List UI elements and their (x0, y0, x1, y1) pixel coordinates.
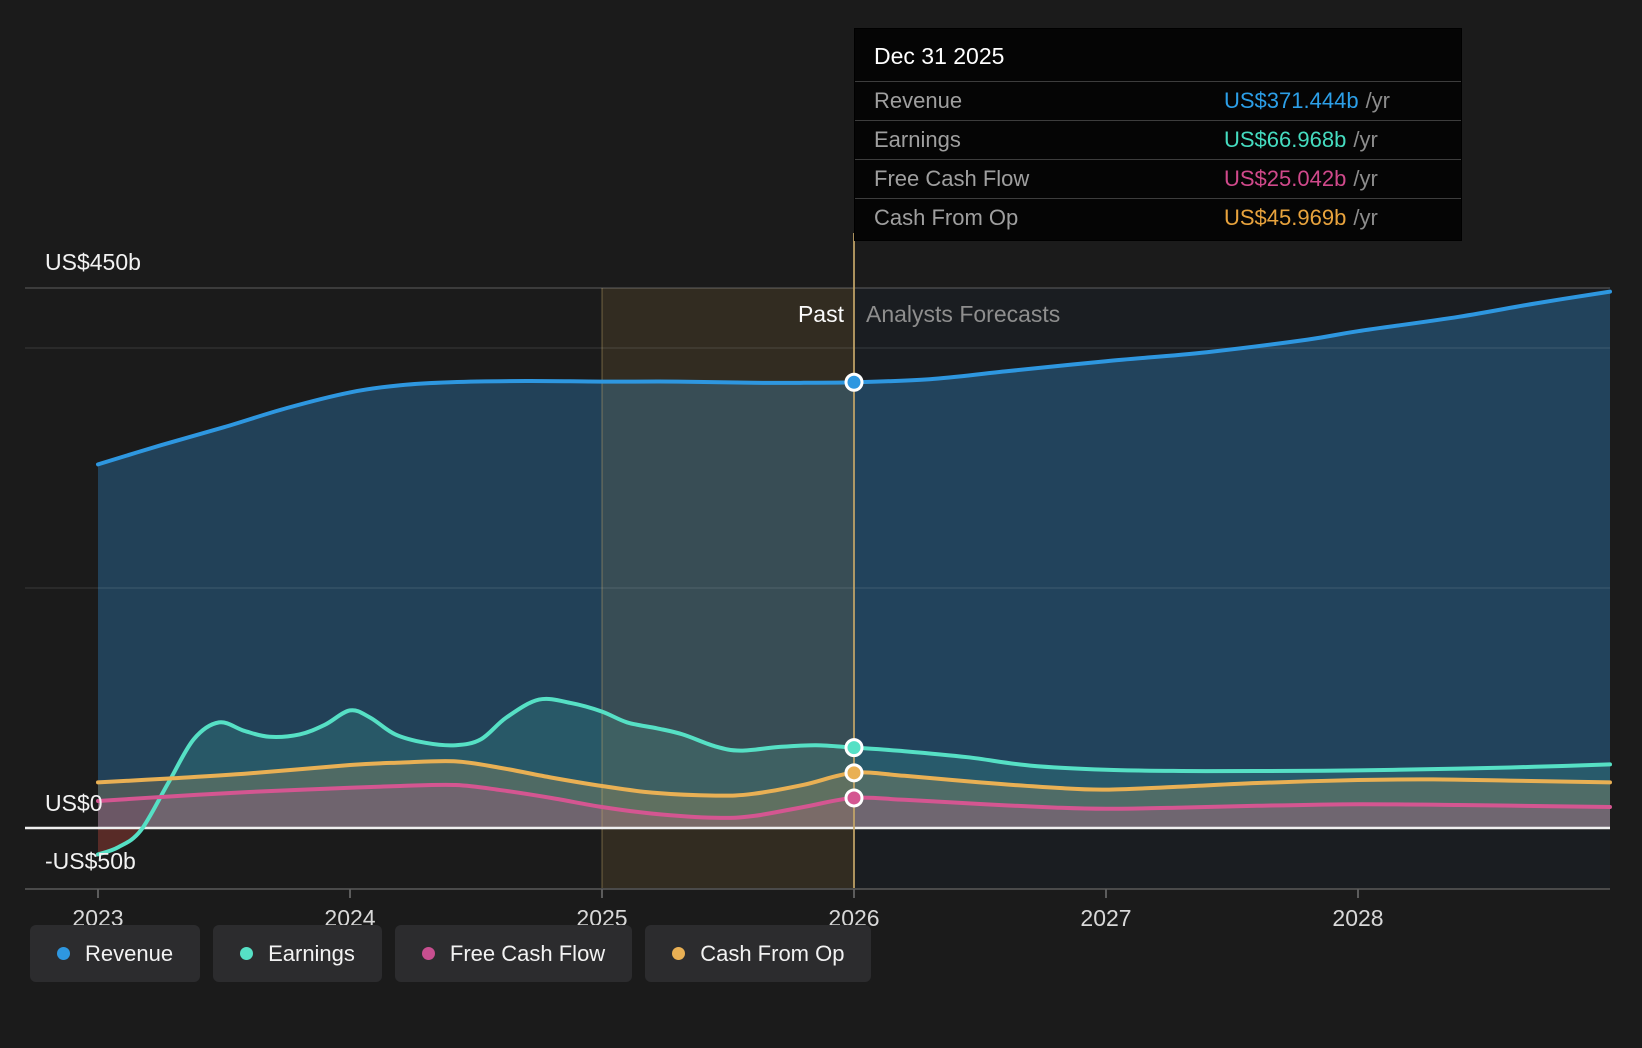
tooltip-label: Revenue (874, 88, 1224, 114)
tooltip-suffix: /yr (1366, 88, 1390, 114)
cash-from-op-dot-icon (672, 947, 685, 960)
revenue-dot-icon (57, 947, 70, 960)
tooltip-suffix: /yr (1353, 166, 1377, 192)
legend-label: Cash From Op (700, 941, 844, 967)
tooltip-value: US$371.444b (1224, 88, 1359, 114)
tooltip-value: US$25.042b (1224, 166, 1346, 192)
legend-label: Revenue (85, 941, 173, 967)
past-label: Past (798, 301, 844, 328)
legend-item-earnings[interactable]: Earnings (213, 925, 382, 982)
analysts-forecasts-label: Analysts Forecasts (866, 301, 1060, 328)
y-axis-label-450b: US$450b (45, 250, 141, 274)
tooltip-suffix: /yr (1353, 205, 1377, 231)
legend-item-cash-from-op[interactable]: Cash From Op (645, 925, 871, 982)
tooltip-row-free-cash-flow: Free Cash Flow US$25.042b /yr (855, 159, 1461, 198)
tooltip-value: US$45.969b (1224, 205, 1346, 231)
legend-label: Earnings (268, 941, 355, 967)
y-axis-label-0: US$0 (45, 791, 103, 815)
tooltip-row-earnings: Earnings US$66.968b /yr (855, 120, 1461, 159)
earnings-marker[interactable] (846, 740, 862, 756)
revenue-marker[interactable] (846, 374, 862, 390)
chart-tooltip: Dec 31 2025 Revenue US$371.444b /yr Earn… (854, 28, 1462, 241)
tooltip-label: Cash From Op (874, 205, 1224, 231)
tooltip-date: Dec 31 2025 (855, 29, 1461, 81)
free-cash-flow-marker[interactable] (846, 790, 862, 806)
x-axis-label-2027: 2027 (1080, 905, 1131, 931)
legend-label: Free Cash Flow (450, 941, 605, 967)
tooltip-row-cash-from-op: Cash From Op US$45.969b /yr (855, 198, 1461, 237)
tooltip-suffix: /yr (1353, 127, 1377, 153)
tooltip-label: Earnings (874, 127, 1224, 153)
free-cash-flow-dot-icon (422, 947, 435, 960)
cash-from-op-marker[interactable] (846, 765, 862, 781)
chart-page: 202320242025202620272028 US$450b US$0 -U… (0, 0, 1642, 1048)
tooltip-value: US$66.968b (1224, 127, 1346, 153)
tooltip-row-revenue: Revenue US$371.444b /yr (855, 81, 1461, 120)
tooltip-label: Free Cash Flow (874, 166, 1224, 192)
earnings-dot-icon (240, 947, 253, 960)
chart-legend: Revenue Earnings Free Cash Flow Cash Fro… (30, 925, 871, 982)
x-axis-label-2028: 2028 (1332, 905, 1383, 931)
legend-item-free-cash-flow[interactable]: Free Cash Flow (395, 925, 632, 982)
y-axis-label-neg50b: -US$50b (45, 849, 136, 873)
legend-item-revenue[interactable]: Revenue (30, 925, 200, 982)
